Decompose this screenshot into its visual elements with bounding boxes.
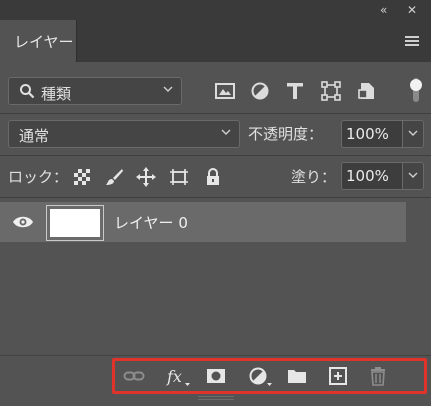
- blend-mode-select[interactable]: 通常: [8, 120, 240, 148]
- layer-thumbnail[interactable]: [46, 205, 104, 241]
- layer-name[interactable]: レイヤー 0: [114, 212, 188, 233]
- chevron-down-icon: [221, 129, 231, 135]
- panel-title-strip: « ✕: [0, 0, 431, 20]
- chevron-down-icon: [408, 130, 418, 136]
- resize-grip[interactable]: [198, 396, 234, 402]
- chevron-down-icon: [408, 172, 418, 178]
- filter-toggle-icon[interactable]: [409, 76, 423, 104]
- lock-label: ロック：: [8, 168, 69, 186]
- lock-position-icon[interactable]: [136, 167, 156, 187]
- lock-artboard-icon[interactable]: [169, 167, 189, 187]
- fill-value: 100%: [346, 167, 389, 185]
- divider: [0, 113, 431, 114]
- layer-list: レイヤー 0: [0, 199, 431, 355]
- fill-input[interactable]: 100%: [341, 162, 403, 190]
- eye-icon[interactable]: [12, 214, 34, 230]
- chevron-down-icon: [163, 86, 173, 92]
- new-layer-icon[interactable]: [327, 365, 349, 387]
- lock-transparent-pixels-icon[interactable]: [72, 167, 92, 187]
- image-filter-icon[interactable]: [214, 80, 236, 102]
- link-layers-icon[interactable]: [123, 365, 145, 387]
- divider: [0, 197, 431, 198]
- filter-kind-label: 種類: [41, 85, 72, 103]
- panel-menu-icon[interactable]: [405, 36, 419, 47]
- svg-text:fx: fx: [166, 367, 182, 386]
- blend-mode-label: 通常: [19, 127, 50, 145]
- opacity-input[interactable]: 100%: [341, 120, 403, 148]
- opacity-value: 100%: [346, 125, 389, 143]
- fill-label: 塗り：: [291, 168, 337, 186]
- fill-dropdown-button[interactable]: [402, 162, 424, 190]
- smart-object-filter-icon[interactable]: [356, 80, 378, 102]
- collapse-panel-button[interactable]: «: [380, 2, 387, 18]
- layer-row[interactable]: レイヤー 0: [0, 202, 406, 242]
- shape-filter-icon[interactable]: [320, 80, 342, 102]
- opacity-label: 不透明度：: [248, 125, 324, 143]
- layers-panel: « ✕ レイヤー 種類 通常 不透明度： 100% ロック： 塗り： 100% …: [0, 0, 431, 406]
- fx-icon[interactable]: fx: [165, 365, 191, 387]
- layer-thumbnail-fill: [50, 209, 100, 237]
- divider: [0, 155, 431, 156]
- filter-kind-select[interactable]: 種類: [8, 77, 182, 105]
- adjustment-filter-icon[interactable]: [249, 80, 271, 102]
- tab-layers-label: レイヤー: [14, 33, 74, 51]
- delete-layer-icon[interactable]: [367, 365, 389, 387]
- type-filter-icon[interactable]: [284, 80, 306, 102]
- lock-image-pixels-icon[interactable]: [104, 167, 124, 187]
- new-group-icon[interactable]: [286, 365, 308, 387]
- tab-bar: レイヤー: [0, 20, 431, 62]
- opacity-dropdown-button[interactable]: [402, 120, 424, 148]
- add-mask-icon[interactable]: [205, 365, 227, 387]
- close-panel-button[interactable]: ✕: [407, 2, 417, 18]
- search-icon: [20, 84, 35, 99]
- new-adjustment-layer-icon[interactable]: [247, 365, 273, 387]
- tab-layers[interactable]: レイヤー: [0, 20, 77, 62]
- lock-all-icon[interactable]: [203, 167, 223, 187]
